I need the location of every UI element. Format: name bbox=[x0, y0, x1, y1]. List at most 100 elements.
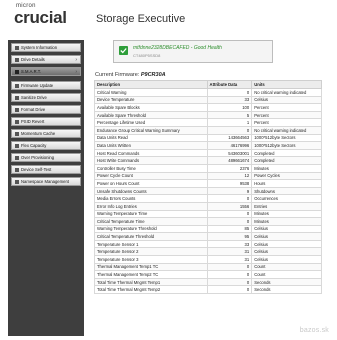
table-row: Total Time Thermal Mngmt Temp2 0 Seconds bbox=[94, 285, 322, 295]
bullet-icon bbox=[15, 155, 19, 160]
cell-description: Controller Busy Time bbox=[94, 163, 208, 173]
sidebar-item-format-drive[interactable]: Format Drive bbox=[11, 105, 81, 114]
cell-units: Celsius bbox=[251, 239, 322, 249]
table-row: Warning Temperature Time 0 Minutes bbox=[94, 209, 322, 219]
table-header-row: Description Attribute Data Units bbox=[94, 80, 322, 89]
cell-attribute-data: 9538 bbox=[206, 179, 253, 188]
cell-description: Device Temperature bbox=[94, 95, 208, 105]
sidebar-item-momentum-cache[interactable]: Momentum Cache bbox=[11, 129, 81, 138]
cell-attribute-data: 12 bbox=[206, 171, 253, 181]
table-row: Available Spare Blocks 100 Percent bbox=[94, 103, 322, 112]
sidebar-item-label: Sanitize Drive bbox=[21, 95, 47, 100]
drive-health-status: mtfdnne2328DBECAFED - Good Health bbox=[133, 45, 222, 51]
table-row: Device Temperature 33 Celsius bbox=[94, 95, 322, 105]
table-row: Data Units Read 143664563 1000*512byte Sec… bbox=[94, 133, 322, 143]
cell-attribute-data: 489661674 bbox=[206, 156, 253, 165]
app-title: Storage Executive bbox=[96, 13, 186, 25]
cell-attribute-data: 0 bbox=[206, 270, 253, 279]
check-icon bbox=[119, 46, 128, 55]
cell-description: Available Spare Blocks bbox=[94, 103, 208, 112]
chevron-right-icon: › bbox=[75, 57, 77, 63]
app-header: micron crucial Storage Executive bbox=[0, 0, 337, 32]
firmware-value: P9CR30A bbox=[140, 72, 166, 78]
bullet-icon bbox=[15, 179, 19, 184]
table-row: Power Cycle Count 12 Power Cycles bbox=[94, 171, 322, 181]
cell-description: Percentage Lifetime Used bbox=[94, 118, 208, 127]
column-header-units: Units bbox=[251, 80, 322, 89]
sidebar-item-over-provisioning[interactable]: Over Provisioning bbox=[11, 153, 81, 162]
table-row: Critical Temperature Threshold 95 Celsius bbox=[94, 232, 322, 241]
sidebar-item-s-m-a-r-t[interactable]: S.M.A.R.T. › bbox=[11, 67, 81, 76]
cell-description: Total Time Thermal Mngmt Temp2 bbox=[94, 285, 208, 295]
table-row: Available Spare Threshold 5 Percent bbox=[94, 110, 322, 120]
table-row: Temperature Sensor 2 31 Celsius bbox=[94, 247, 322, 257]
cell-attribute-data: 143664563 bbox=[206, 133, 253, 143]
table-row: Error Info Log Entries 1556 Entries bbox=[94, 201, 322, 211]
cell-attribute-data: 0 bbox=[206, 285, 253, 295]
cell-units: Shutdowns bbox=[251, 186, 322, 196]
cell-attribute-data: 1556 bbox=[206, 201, 253, 211]
bullet-icon bbox=[15, 131, 19, 136]
table-row: Power on Hours Count 9538 Hours bbox=[94, 179, 322, 188]
cell-units: Celsius bbox=[251, 247, 322, 257]
cell-attribute-data: 0 bbox=[206, 217, 253, 226]
cell-description: Endurance Group Critical Warning Summary bbox=[94, 125, 208, 135]
cell-attribute-data: 1 bbox=[206, 118, 253, 127]
cell-attribute-data: 9 bbox=[206, 186, 253, 196]
cell-description: Temperature Sensor 3 bbox=[94, 255, 208, 264]
drive-selector[interactable]: mtfdnne2328DBECAFED - Good Health CT480P… bbox=[113, 40, 273, 63]
cell-attribute-data: 100 bbox=[206, 103, 253, 112]
cell-attribute-data: 5 bbox=[206, 110, 253, 120]
sidebar-item-label: Namespace Management bbox=[21, 179, 69, 184]
table-row: Endurance Group Critical Warning Summary… bbox=[94, 125, 322, 135]
sidebar-item-label: S.M.A.R.T. bbox=[21, 69, 42, 74]
cell-attribute-data: 0 bbox=[206, 277, 253, 287]
smart-attributes-table: Description Attribute Data Units Critica… bbox=[94, 80, 322, 295]
cell-attribute-data: 46176996 bbox=[206, 141, 253, 150]
table-row: Temperature Sensor 1 33 Celsius bbox=[94, 239, 322, 249]
table-row: Controller Busy Time 2376 Minutes bbox=[94, 163, 322, 173]
cell-units: Minutes bbox=[251, 217, 322, 226]
cell-units: Occurrences bbox=[251, 194, 322, 203]
sidebar-item-namespace-management[interactable]: Namespace Management bbox=[11, 177, 81, 186]
cell-description: Data Units Read bbox=[94, 133, 208, 143]
sidebar-item-drive-details[interactable]: Drive Details › bbox=[11, 55, 81, 64]
cell-units: 1000*512byte Sectors bbox=[251, 133, 322, 143]
sidebar-item-label: Flex Capacity bbox=[21, 143, 47, 148]
current-firmware: Current Firmware: P9CR30A bbox=[95, 72, 166, 78]
cell-attribute-data: 31 bbox=[206, 247, 253, 257]
cell-description: Available Spare Threshold bbox=[94, 110, 208, 120]
sidebar-item-label: PSID Revert bbox=[21, 119, 45, 124]
sidebar-item-flex-capacity[interactable]: Flex Capacity bbox=[11, 141, 81, 150]
cell-units: Percent bbox=[251, 118, 322, 127]
sidebar-item-firmware-update[interactable]: Firmware Update bbox=[11, 81, 81, 90]
sidebar-item-sanitize-drive[interactable]: Sanitize Drive bbox=[11, 93, 81, 102]
table-row: Media Errors Counts 0 Occurrences bbox=[94, 194, 322, 203]
cell-description: Temperature Sensor 1 bbox=[94, 239, 208, 249]
sidebar-item-device-self-test[interactable]: Device Self-Test bbox=[11, 165, 81, 174]
cell-description: Thermal Management Temp2 TC bbox=[94, 270, 208, 279]
sidebar-item-label: System Information bbox=[21, 45, 58, 50]
cell-attribute-data: 0 bbox=[206, 194, 253, 203]
sidebar-item-system-information[interactable]: System Information bbox=[11, 43, 81, 52]
cell-attribute-data: 85 bbox=[206, 224, 253, 234]
column-header-description: Description bbox=[94, 80, 208, 89]
cell-units: No critical warning indicated bbox=[251, 125, 322, 135]
sidebar-item-psid-revert[interactable]: PSID Revert bbox=[11, 117, 81, 126]
drive-serial: CT480P5SSD8 bbox=[133, 53, 161, 58]
bullet-icon bbox=[15, 119, 19, 124]
cell-description: Data Units Written bbox=[94, 141, 208, 150]
firmware-label: Current Firmware: bbox=[95, 72, 140, 78]
cell-attribute-data: 0 bbox=[206, 88, 253, 97]
cell-description: Host Read Commands bbox=[94, 148, 208, 158]
sidebar-item-label: Format Drive bbox=[21, 107, 46, 112]
cell-description: Total Time Thermal Mngmt Temp1 bbox=[94, 277, 208, 287]
cell-units: Celsius bbox=[251, 95, 322, 105]
cell-units: Seconds bbox=[251, 277, 322, 287]
cell-units: Minutes bbox=[251, 209, 322, 219]
cell-units: Celsius bbox=[251, 255, 322, 264]
cell-units: No critical warning indicated bbox=[251, 88, 322, 97]
cell-units: Hours bbox=[251, 179, 322, 188]
bullet-icon bbox=[15, 167, 19, 172]
bullet-icon bbox=[15, 69, 19, 74]
